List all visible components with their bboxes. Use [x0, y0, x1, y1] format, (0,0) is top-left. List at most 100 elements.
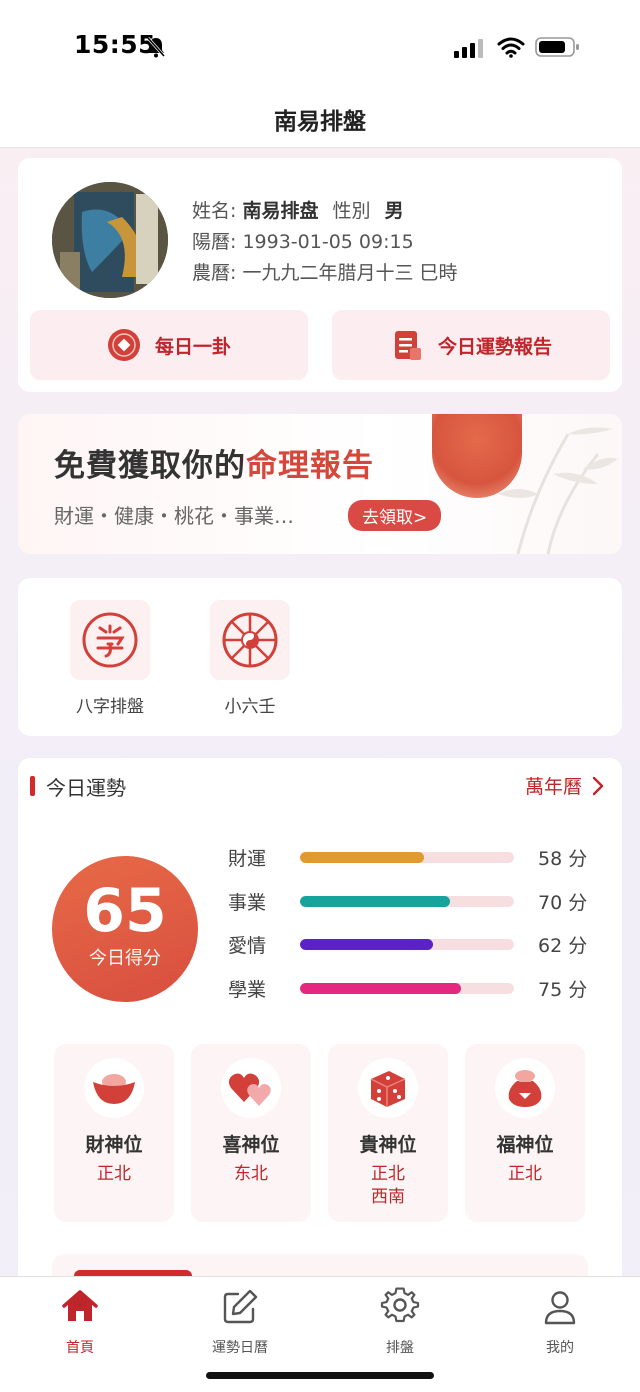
tool-bazi-label: 八字排盤 — [76, 697, 144, 717]
section-marker — [30, 776, 35, 796]
calendar-link[interactable]: 萬年曆 — [525, 772, 604, 799]
deity-noble[interactable]: 貴神位 正北 西南 — [328, 1044, 448, 1222]
metric-name: 愛情 — [228, 935, 267, 957]
bazi-seal-icon — [82, 612, 138, 668]
metric-score: 58 分 — [538, 848, 588, 870]
banner-subtitle: 財運・健康・桃花・事業… — [54, 504, 294, 528]
deity-icon-wrap — [84, 1058, 144, 1118]
deity-name: 貴神位 — [359, 1134, 417, 1156]
lucky-bag-icon — [508, 1070, 542, 1107]
metric-name: 財運 — [228, 848, 267, 870]
lunar-date: 一九九二年腊月十三 巳時 — [242, 262, 458, 284]
taiji-wheel-icon — [222, 612, 278, 668]
tool-bazi-icon-wrap — [70, 600, 150, 680]
metric-wealth: 財運 58 分 — [228, 842, 598, 872]
profile-info: 姓名: 南易排盘 性別 男 陽曆: 1993-01-05 09:15 農曆: 一… — [192, 196, 458, 289]
deity-name: 財神位 — [85, 1134, 143, 1156]
tab-chart[interactable]: 排盤 — [340, 1287, 460, 1357]
home-icon — [62, 1290, 98, 1321]
edit-icon — [223, 1289, 258, 1324]
metric-track — [300, 896, 514, 907]
solar-date: 1993-01-05 09:15 — [242, 231, 414, 253]
metric-career: 事業 70 分 — [228, 886, 598, 916]
tool-xiaoliuren-label: 小六壬 — [224, 697, 276, 717]
chevron-right-icon — [592, 776, 604, 795]
tab-fortune-calendar[interactable]: 運勢日曆 — [180, 1287, 300, 1357]
deity-wealth[interactable]: 財神位 正北 — [54, 1044, 174, 1222]
deity-name: 福神位 — [496, 1134, 554, 1156]
solar-row: 陽曆: 1993-01-05 09:15 — [192, 227, 458, 258]
profile-gender: 男 — [384, 200, 404, 222]
banner-title-accent: 命理報告 — [246, 448, 374, 484]
deity-direction: 正北 西南 — [328, 1163, 448, 1209]
metric-score: 75 分 — [538, 979, 588, 1001]
metric-name: 學業 — [228, 979, 267, 1001]
claim-button[interactable]: 去領取> — [348, 500, 442, 531]
calendar-link-label: 萬年曆 — [524, 776, 582, 798]
metric-bar — [300, 939, 433, 950]
banner-title-main: 免費獲取你的 — [54, 448, 246, 484]
daily-hexagram-label: 每日一卦 — [154, 335, 231, 358]
wifi-icon — [497, 37, 525, 58]
bamboo-decoration — [498, 427, 618, 554]
battery-icon — [535, 37, 579, 57]
metric-bar — [300, 852, 425, 863]
deity-name: 喜神位 — [222, 1134, 280, 1156]
score-circle: 65 今日得分 — [52, 856, 198, 1002]
deity-icon-wrap — [221, 1058, 281, 1118]
profile-card: 姓名: 南易排盘 性別 男 陽曆: 1993-01-05 09:15 農曆: 一… — [18, 158, 622, 392]
tab-chart-label: 排盤 — [386, 1340, 414, 1356]
name-label: 姓名: — [192, 200, 237, 222]
scroll-icon — [394, 331, 421, 360]
deity-direction: 正北 — [508, 1164, 542, 1184]
tab-mine[interactable]: 我的 — [500, 1287, 620, 1357]
bell-off-icon — [146, 37, 166, 58]
dice-icon — [370, 1071, 406, 1107]
deity-fortune[interactable]: 福神位 正北 — [465, 1044, 585, 1222]
tool-bazi[interactable]: 八字排盤 — [70, 600, 150, 717]
avatar[interactable] — [52, 182, 168, 298]
today-fortune-card: 今日運勢 萬年曆 65 今日得分 財運 58 分 事業 70 分 愛情 62 分… — [18, 758, 622, 1298]
gear-icon — [380, 1287, 420, 1323]
tool-xiaoliuren-icon-wrap — [210, 600, 290, 680]
tool-xiaoliuren[interactable]: 小六壬 — [210, 600, 290, 717]
user-icon — [544, 1291, 576, 1325]
metric-track — [300, 852, 514, 863]
hearts-icon — [228, 1073, 271, 1106]
status-bar: 15:55 — [0, 0, 640, 90]
deity-direction-line: 正北 — [371, 1164, 405, 1184]
deity-direction-line-2: 西南 — [371, 1187, 405, 1207]
cellular-signal-icon — [454, 39, 483, 58]
solar-label: 陽曆: — [192, 231, 237, 253]
deity-joy[interactable]: 喜神位 东北 — [191, 1044, 311, 1222]
score-label: 今日得分 — [89, 948, 161, 969]
profile-name-row: 姓名: 南易排盘 性別 男 — [192, 196, 458, 227]
metric-name: 事業 — [228, 892, 267, 914]
lunar-label: 農曆: — [192, 262, 237, 284]
profile-name: 南易排盘 — [242, 200, 319, 222]
today-report-button[interactable]: 今日運勢報告 — [332, 310, 610, 380]
status-time: 15:55 — [74, 30, 157, 59]
tab-home-label: 首頁 — [66, 1340, 94, 1356]
deity-icon-wrap — [495, 1058, 555, 1118]
home-indicator — [206, 1372, 434, 1379]
tools-card: 八字排盤 小六壬 — [18, 578, 622, 736]
metric-bar — [300, 983, 461, 994]
free-report-banner[interactable]: 免費獲取你的命理報告 財運・健康・桃花・事業… 去領取> — [18, 414, 622, 554]
score-value: 65 — [83, 876, 167, 946]
tab-fortune-calendar-label: 運勢日曆 — [212, 1340, 268, 1356]
deity-direction: 东北 — [234, 1164, 268, 1184]
daily-hexagram-button[interactable]: 每日一卦 — [30, 310, 308, 380]
gold-ingot-icon — [93, 1074, 135, 1104]
metric-score: 62 分 — [538, 935, 588, 957]
coin-icon — [107, 329, 140, 361]
lunar-row: 農曆: 一九九二年腊月十三 巳時 — [192, 258, 458, 289]
metric-score: 70 分 — [538, 892, 588, 914]
metric-love: 愛情 62 分 — [228, 929, 598, 959]
tab-mine-label: 我的 — [546, 1340, 574, 1356]
section-title: 今日運勢 — [46, 776, 126, 800]
metric-track — [300, 939, 514, 950]
avatar-image — [52, 182, 168, 298]
tab-home[interactable]: 首頁 — [20, 1287, 140, 1357]
nav-bar: 南易排盤 — [0, 90, 640, 148]
